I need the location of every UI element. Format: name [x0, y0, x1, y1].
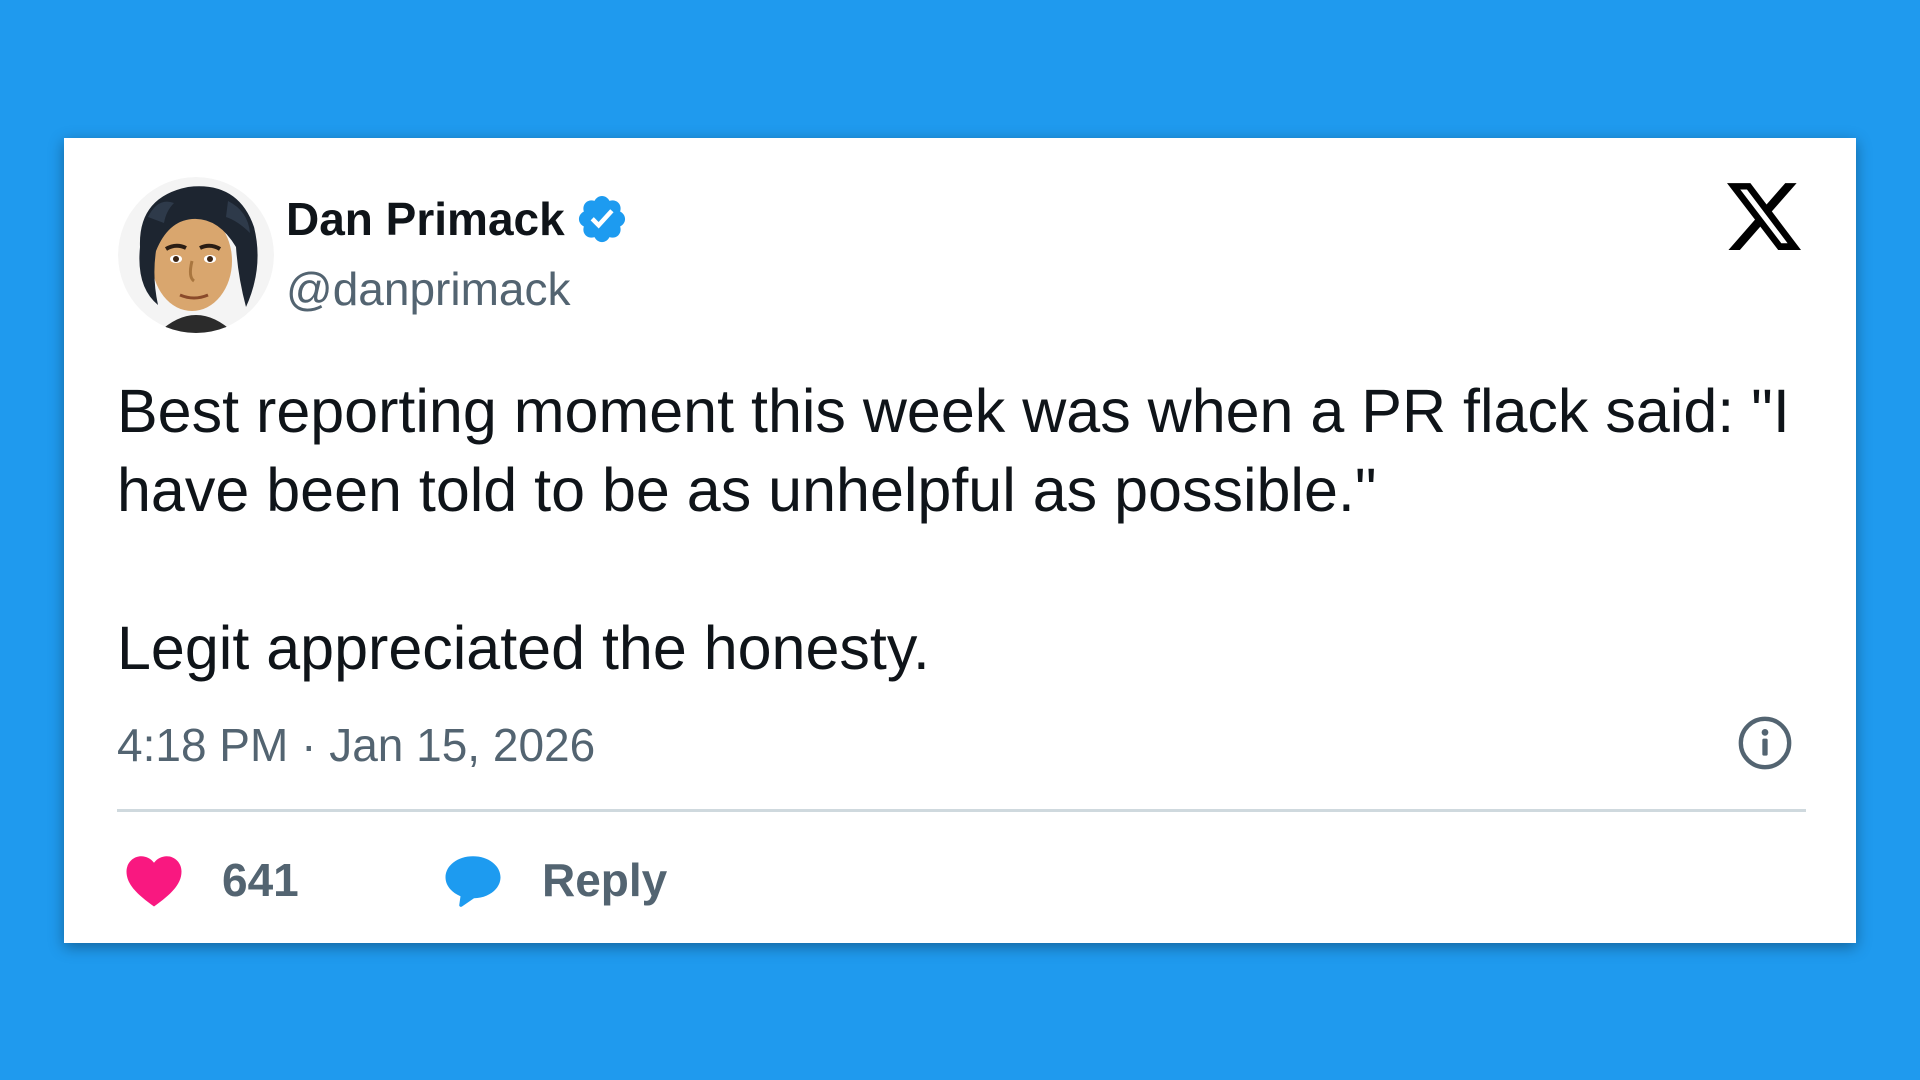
- like-count: 641: [222, 854, 299, 906]
- author-name-row[interactable]: Dan Primack: [286, 192, 629, 246]
- tweet-paragraph: Best reporting moment this week was when…: [117, 377, 1790, 524]
- x-logo-icon[interactable]: [1727, 183, 1801, 251]
- verified-badge-icon: [578, 195, 625, 243]
- author-handle[interactable]: @danprimack: [286, 262, 570, 316]
- tweet-timestamp[interactable]: 4:18 PM · Jan 15, 2026: [117, 718, 595, 772]
- heart-icon: [126, 856, 182, 907]
- reply-bubble-icon: [445, 856, 501, 907]
- page-background: Dan Primack @danprimack Best reporting m…: [0, 0, 1920, 1080]
- info-icon[interactable]: [1736, 714, 1794, 772]
- author-name[interactable]: Dan Primack: [286, 192, 565, 246]
- avatar-illustration: [118, 177, 274, 333]
- tweet-text: Best reporting moment this week was when…: [117, 372, 1817, 688]
- tweet-paragraph: Legit appreciated the honesty.: [117, 614, 930, 682]
- like-button[interactable]: 641: [124, 840, 299, 920]
- avatar[interactable]: [118, 177, 274, 333]
- reply-button[interactable]: Reply: [442, 840, 667, 920]
- divider: [117, 809, 1806, 812]
- tweet-card[interactable]: Dan Primack @danprimack Best reporting m…: [64, 138, 1856, 943]
- reply-label: Reply: [542, 854, 668, 906]
